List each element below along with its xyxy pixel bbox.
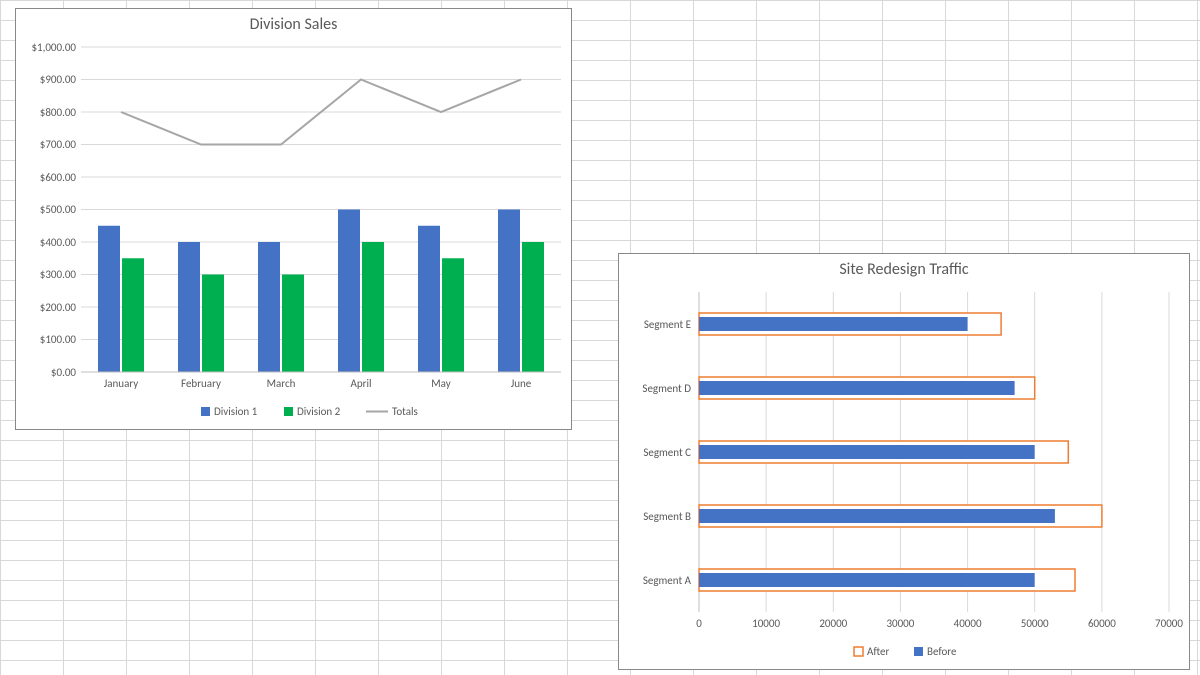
svg-text:$300.00: $300.00 bbox=[40, 268, 77, 281]
svg-text:0: 0 bbox=[696, 617, 702, 630]
svg-text:$500.00: $500.00 bbox=[40, 203, 77, 216]
svg-text:March: March bbox=[267, 377, 296, 390]
chart-division-sales[interactable]: Division Sales $0.00 $100.00 $200.00 $30… bbox=[15, 8, 572, 430]
chart-title: Site Redesign Traffic bbox=[619, 254, 1189, 281]
svg-text:Before: Before bbox=[927, 645, 957, 658]
svg-text:50000: 50000 bbox=[1021, 617, 1049, 630]
svg-text:40000: 40000 bbox=[954, 617, 982, 630]
chart-plot-area: $0.00 $100.00 $200.00 $300.00 $400.00 $5… bbox=[16, 37, 571, 427]
svg-text:$200.00: $200.00 bbox=[40, 301, 77, 314]
svg-text:10000: 10000 bbox=[752, 617, 780, 630]
svg-text:20000: 20000 bbox=[819, 617, 847, 630]
svg-text:June: June bbox=[511, 377, 532, 390]
svg-text:Segment C: Segment C bbox=[643, 446, 691, 459]
svg-text:$800.00: $800.00 bbox=[40, 106, 77, 119]
svg-text:Division 1: Division 1 bbox=[214, 405, 258, 418]
svg-text:February: February bbox=[181, 377, 221, 390]
svg-text:Segment B: Segment B bbox=[643, 510, 691, 523]
y-axis-ticks: $0.00 $100.00 $200.00 $300.00 $400.00 $5… bbox=[31, 41, 76, 379]
svg-text:60000: 60000 bbox=[1088, 617, 1116, 630]
svg-text:$1,000.00: $1,000.00 bbox=[31, 41, 76, 54]
svg-text:Division 2: Division 2 bbox=[297, 405, 341, 418]
svg-text:April: April bbox=[350, 377, 371, 390]
svg-text:30000: 30000 bbox=[886, 617, 914, 630]
chart-plot-area: Segment E Segment D Segment C Segment B … bbox=[619, 282, 1189, 667]
x-axis-ticks: January February March April May June bbox=[104, 377, 532, 390]
svg-text:$0.00: $0.00 bbox=[51, 366, 77, 379]
chart-title: Division Sales bbox=[16, 9, 571, 36]
x-axis-ticks: 0 10000 20000 30000 40000 50000 60000 70… bbox=[696, 617, 1183, 630]
svg-text:$100.00: $100.00 bbox=[40, 333, 77, 346]
svg-text:After: After bbox=[867, 645, 889, 658]
svg-text:$600.00: $600.00 bbox=[40, 171, 77, 184]
svg-text:$900.00: $900.00 bbox=[40, 73, 77, 86]
svg-text:$400.00: $400.00 bbox=[40, 236, 77, 249]
svg-text:Segment D: Segment D bbox=[642, 382, 691, 395]
chart-legend: Division 1 Division 2 Totals bbox=[201, 405, 418, 418]
y-axis-ticks: Segment E Segment D Segment C Segment B … bbox=[642, 318, 691, 587]
svg-text:70000: 70000 bbox=[1155, 617, 1183, 630]
svg-text:May: May bbox=[431, 377, 450, 390]
svg-text:January: January bbox=[104, 377, 138, 390]
svg-text:Segment A: Segment A bbox=[643, 574, 692, 587]
svg-text:$700.00: $700.00 bbox=[40, 138, 77, 151]
svg-text:Segment E: Segment E bbox=[644, 318, 691, 331]
svg-text:Totals: Totals bbox=[392, 405, 418, 418]
chart-legend: After Before bbox=[854, 645, 957, 658]
chart-site-redesign[interactable]: Site Redesign Traffic bbox=[618, 253, 1190, 670]
